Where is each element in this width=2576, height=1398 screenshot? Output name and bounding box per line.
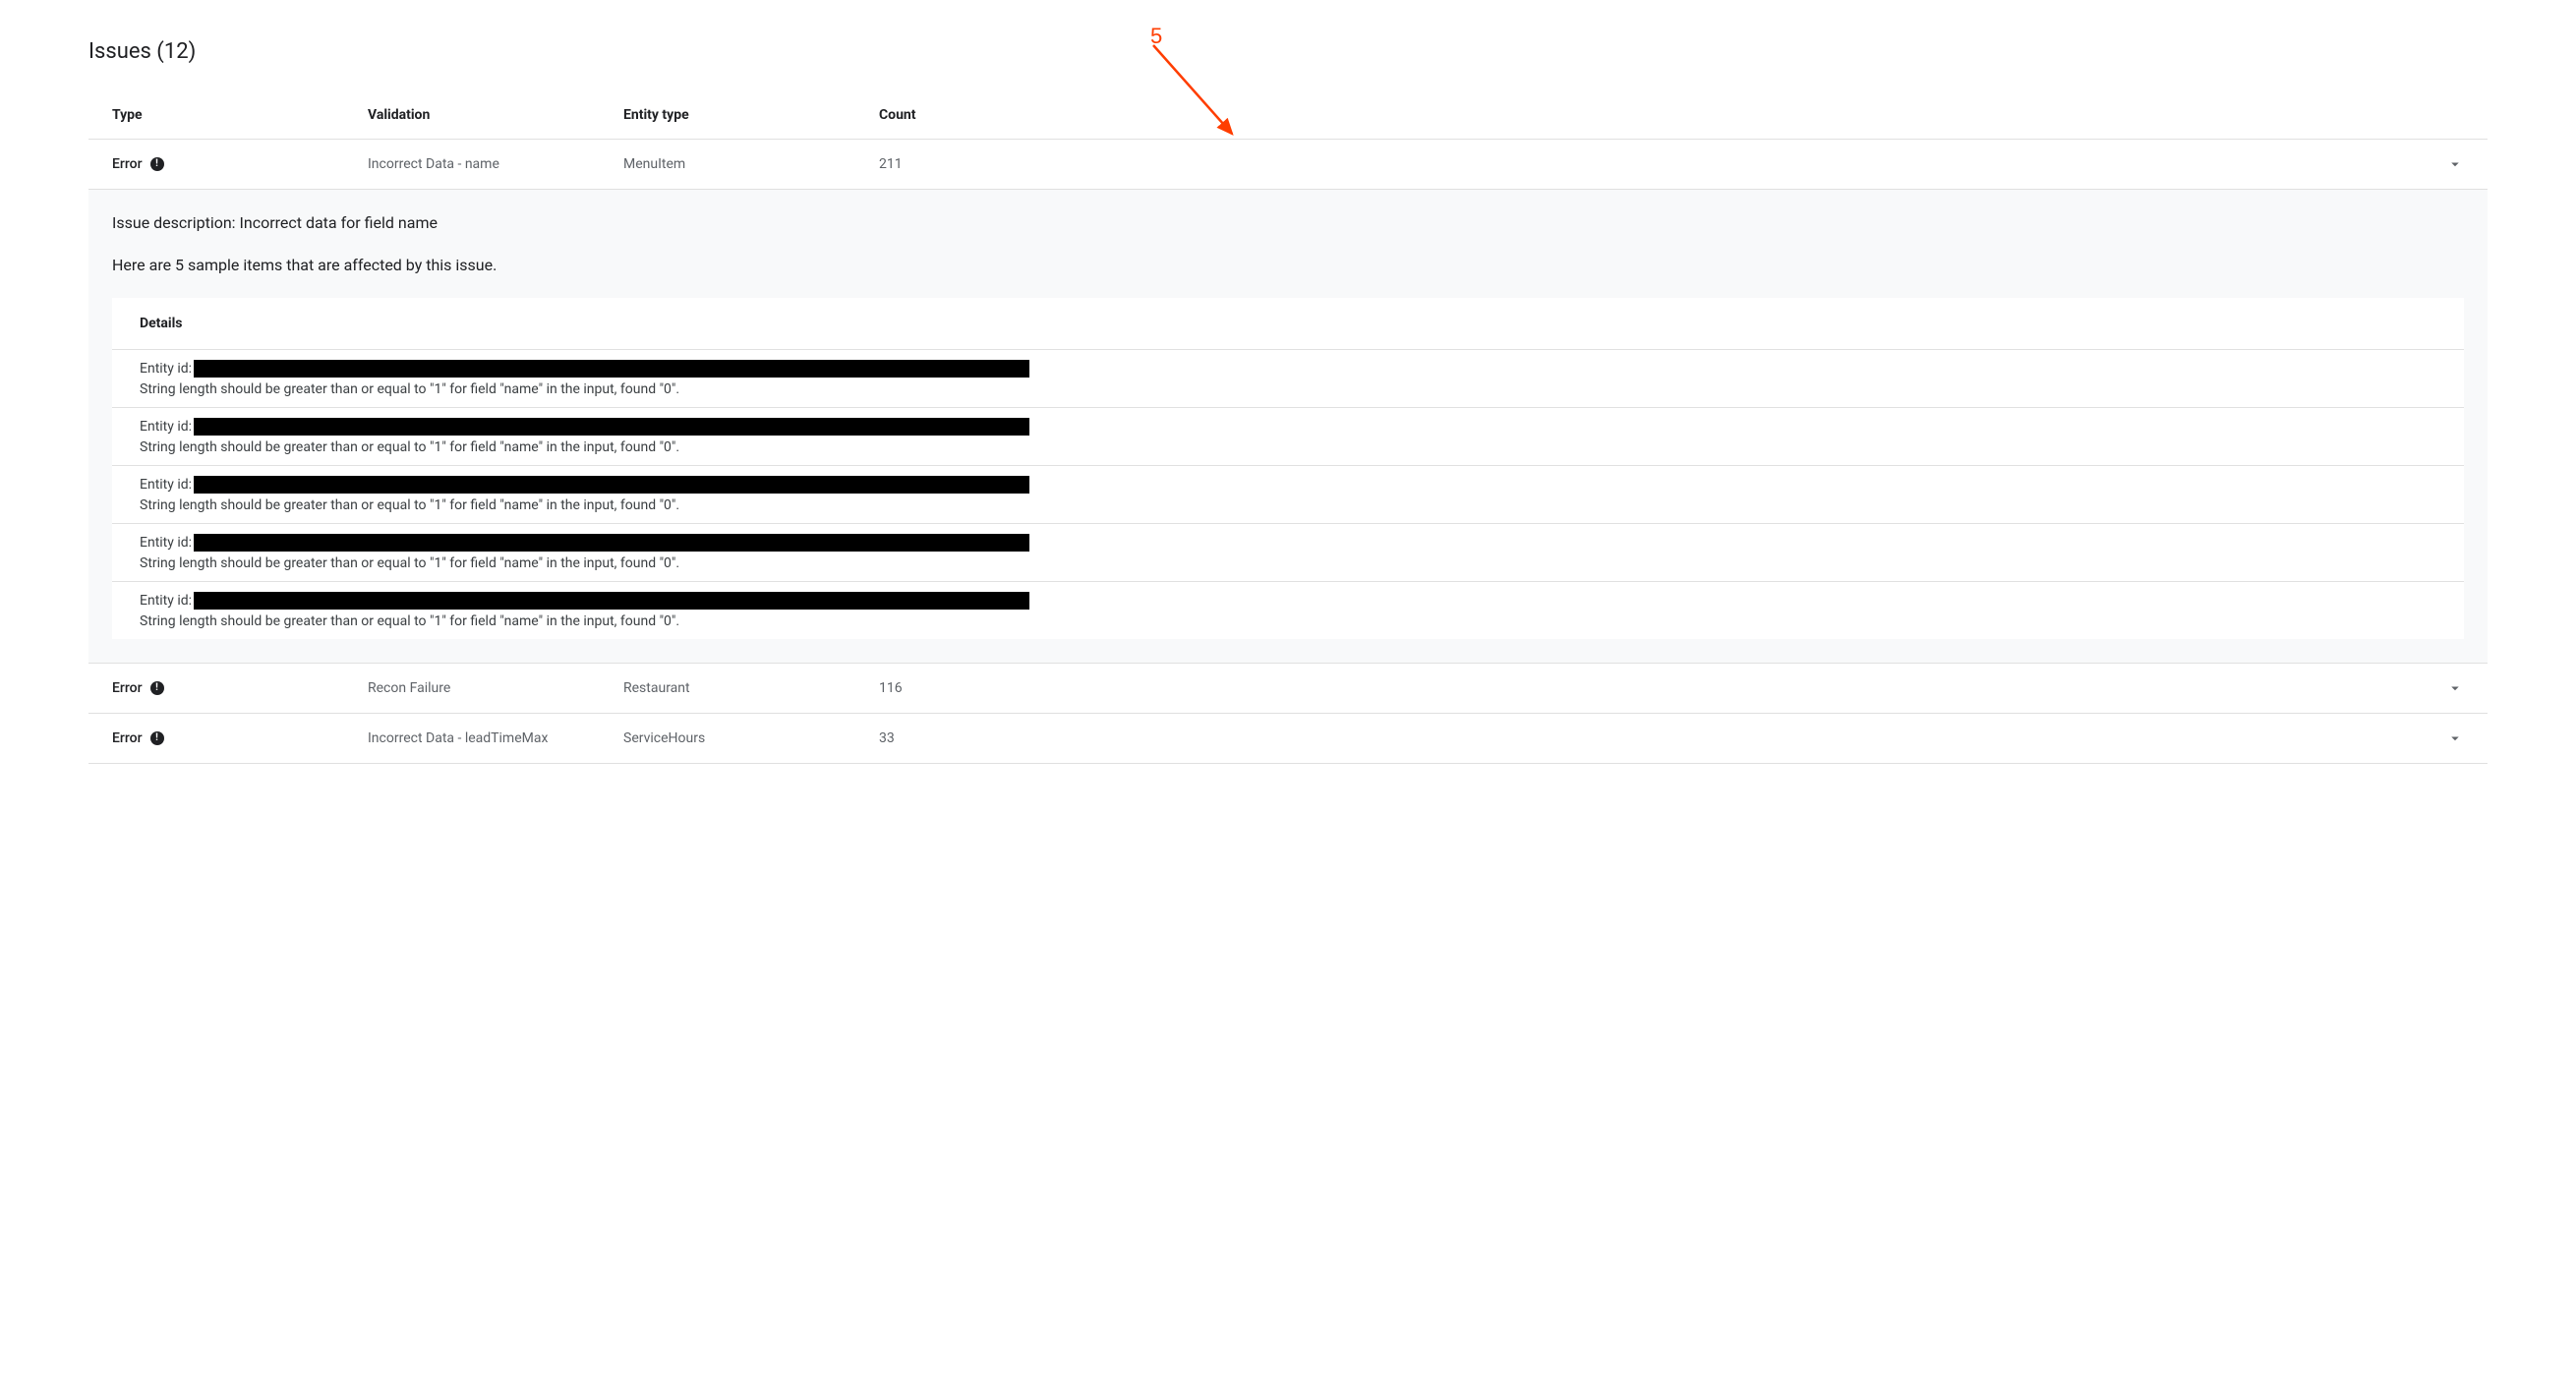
header-count: Count bbox=[879, 107, 2425, 123]
details-heading: Details bbox=[112, 298, 2464, 350]
entity-type-cell: Restaurant bbox=[623, 680, 879, 696]
title-count: 12 bbox=[164, 39, 189, 64]
type-label: Error bbox=[112, 680, 143, 696]
redacted-entity-id bbox=[194, 592, 1029, 610]
table-header: Type Validation Entity type Count bbox=[88, 91, 2488, 140]
entity-type-cell: ServiceHours bbox=[623, 730, 879, 746]
redacted-entity-id bbox=[194, 418, 1029, 436]
detail-message: String length should be greater than or … bbox=[140, 381, 2436, 397]
redacted-entity-id bbox=[194, 360, 1029, 378]
table-row[interactable]: Error ! Recon Failure Restaurant 116 bbox=[88, 664, 2488, 714]
details-row: Entity id: String length should be great… bbox=[112, 524, 2464, 582]
entity-id-label: Entity id: bbox=[140, 535, 192, 551]
table-row[interactable]: Error ! Incorrect Data - name MenuItem 2… bbox=[88, 140, 2488, 190]
detail-message: String length should be greater than or … bbox=[140, 555, 2436, 571]
issue-description: Issue description: Incorrect data for fi… bbox=[112, 213, 2464, 232]
header-type: Type bbox=[112, 107, 368, 123]
header-entity-type: Entity type bbox=[623, 107, 879, 123]
detail-message: String length should be greater than or … bbox=[140, 613, 2436, 629]
redacted-entity-id bbox=[194, 476, 1029, 494]
table-row[interactable]: Error ! Incorrect Data - leadTimeMax Ser… bbox=[88, 714, 2488, 764]
validation-cell: Incorrect Data - name bbox=[368, 156, 623, 172]
type-label: Error bbox=[112, 156, 143, 172]
entity-id-label: Entity id: bbox=[140, 361, 192, 377]
entity-type-cell: MenuItem bbox=[623, 156, 879, 172]
details-card: Details Entity id: String length should … bbox=[112, 298, 2464, 639]
error-icon: ! bbox=[150, 731, 164, 745]
chevron-down-icon[interactable] bbox=[2446, 155, 2464, 173]
count-cell: 116 bbox=[879, 680, 2425, 696]
validation-cell: Recon Failure bbox=[368, 680, 623, 696]
details-row: Entity id: String length should be great… bbox=[112, 466, 2464, 524]
error-icon: ! bbox=[150, 157, 164, 171]
validation-cell: Incorrect Data - leadTimeMax bbox=[368, 730, 623, 746]
issues-container: Issues (12) Type Validation Entity type … bbox=[0, 0, 2576, 764]
entity-id-label: Entity id: bbox=[140, 593, 192, 609]
details-row: Entity id: String length should be great… bbox=[112, 350, 2464, 408]
chevron-down-icon[interactable] bbox=[2446, 729, 2464, 747]
samples-intro: Here are 5 sample items that are affecte… bbox=[112, 256, 2464, 274]
count-cell: 211 bbox=[879, 156, 2425, 172]
expanded-panel: Issue description: Incorrect data for fi… bbox=[88, 190, 2488, 664]
entity-id-label: Entity id: bbox=[140, 477, 192, 493]
redacted-entity-id bbox=[194, 534, 1029, 552]
count-cell: 33 bbox=[879, 730, 2425, 746]
entity-id-label: Entity id: bbox=[140, 419, 192, 435]
detail-message: String length should be greater than or … bbox=[140, 497, 2436, 513]
details-row: Entity id: String length should be great… bbox=[112, 408, 2464, 466]
header-validation: Validation bbox=[368, 107, 623, 123]
chevron-down-icon[interactable] bbox=[2446, 679, 2464, 697]
page-title: Issues (12) bbox=[88, 39, 2488, 64]
title-prefix: Issues bbox=[88, 39, 151, 64]
details-row: Entity id: String length should be great… bbox=[112, 582, 2464, 639]
detail-message: String length should be greater than or … bbox=[140, 439, 2436, 455]
error-icon: ! bbox=[150, 681, 164, 695]
type-label: Error bbox=[112, 730, 143, 746]
